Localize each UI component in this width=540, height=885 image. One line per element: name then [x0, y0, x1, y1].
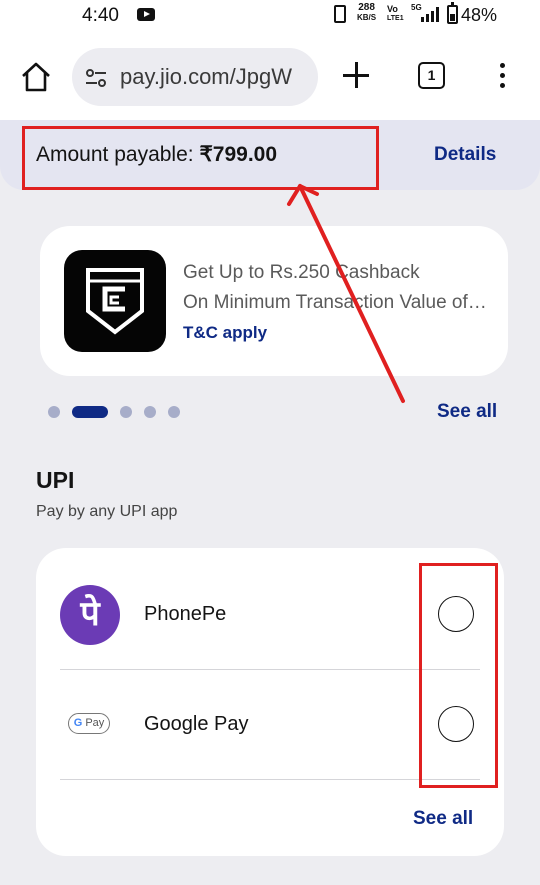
see-all-offers-link[interactable]: See all — [437, 401, 497, 423]
url-text: pay.jio.com/JpgW — [120, 64, 292, 89]
site-settings-icon[interactable] — [85, 68, 107, 88]
offer-description: Get Up to Rs.250 Cashback On Minimum Tra… — [183, 258, 488, 318]
network-speed: 288 KB/S — [357, 3, 376, 23]
upi-option-google-pay[interactable]: G Pay Google Pay — [60, 670, 480, 780]
volte-top: Vo — [387, 4, 398, 14]
volte-bottom: LTE1 — [387, 15, 404, 22]
status-bar: 4:40 288 KB/S Vo LTE1 5G 48% — [0, 0, 540, 34]
highlight-box-amount — [22, 126, 379, 190]
browser-toolbar: pay.jio.com/JpgW 1 — [0, 34, 540, 120]
highlight-box-radio-buttons — [419, 563, 498, 788]
carousel-dot[interactable] — [120, 406, 132, 418]
tab-switcher-button[interactable]: 1 — [418, 62, 445, 89]
carousel-dot[interactable] — [48, 406, 60, 418]
volte-icon: Vo LTE1 — [387, 4, 404, 24]
offer-line-1: Get Up to Rs.250 Cashback — [183, 262, 420, 283]
network-speed-value: 288 — [358, 2, 375, 13]
battery-icon — [447, 2, 458, 24]
details-link[interactable]: Details — [434, 144, 496, 166]
carousel-dot-active[interactable] — [72, 406, 108, 418]
upi-app-name: Google Pay — [144, 713, 249, 735]
youtube-notification-icon — [137, 8, 155, 21]
home-icon[interactable] — [20, 62, 52, 92]
terms-link[interactable]: T&C apply — [183, 323, 267, 343]
see-all-upi-link[interactable]: See all — [413, 808, 473, 830]
cashback-offer-logo — [64, 250, 166, 352]
carousel-dot[interactable] — [144, 406, 156, 418]
offer-card[interactable]: Get Up to Rs.250 Cashback On Minimum Tra… — [40, 226, 508, 376]
google-pay-icon: G Pay — [68, 713, 110, 734]
upi-app-name: PhonePe — [144, 603, 227, 625]
offer-line-2: On Minimum Transaction Value of Rs.2000 — [183, 292, 488, 313]
new-tab-icon[interactable] — [343, 62, 369, 88]
shield-icon — [86, 268, 144, 335]
more-menu-icon[interactable] — [499, 63, 507, 89]
status-time: 4:40 — [82, 5, 119, 26]
upi-section-subtitle: Pay by any UPI app — [36, 503, 178, 520]
battery-percent: 48% — [461, 5, 498, 25]
phonepe-icon: पे — [60, 585, 120, 645]
carousel-dot[interactable] — [168, 406, 180, 418]
upi-section-title: UPI — [36, 467, 75, 493]
vibrate-icon — [334, 5, 346, 23]
network-speed-unit: KB/S — [357, 13, 377, 22]
address-bar[interactable]: pay.jio.com/JpgW — [72, 48, 318, 106]
signal-icon — [421, 7, 439, 22]
upi-option-phonepe[interactable]: पे PhonePe — [60, 560, 480, 670]
